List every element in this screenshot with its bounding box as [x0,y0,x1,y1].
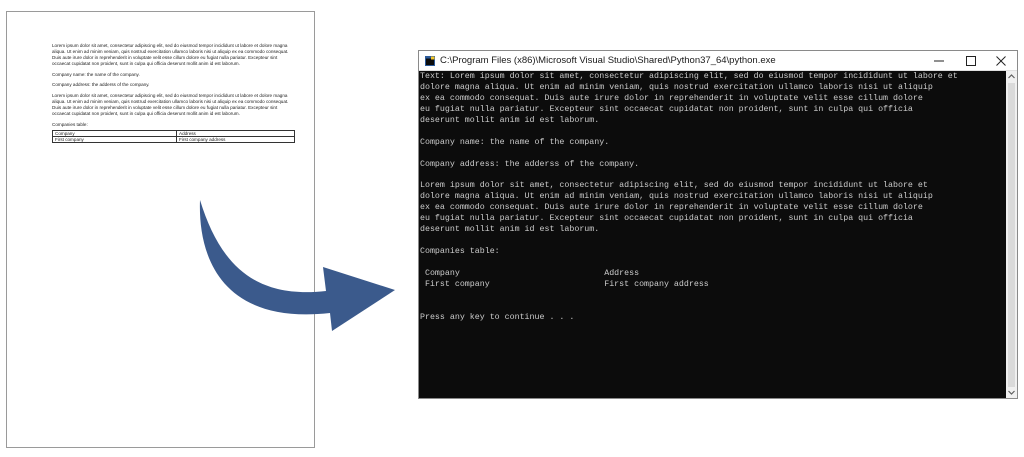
console-line: Lorem ipsum dolor sit amet, consectetur … [420,181,928,191]
console-line: deserunt mollit anim id est laborum. [420,225,600,235]
table-caption: Companies table: [52,121,88,127]
console-line: ex ea commodo consequat. Duis aute irure… [420,93,923,103]
console-line: Company Address [420,268,640,278]
company-address-line: Company address: the adderss of the comp… [52,82,150,88]
console-line: eu fugiat nulla pariatur. Excepteur sint… [420,214,913,224]
table-cell: First company [52,135,177,144]
maximize-button[interactable] [955,51,987,71]
title-bar[interactable]: C:\Program Files (x86)\Microsoft Visual … [419,51,1017,71]
document-paragraph: Lorem ipsum dolor sit amet, consectetur … [52,92,289,117]
document-body: Lorem ipsum dolor sit amet, consectetur … [52,43,295,144]
scroll-up-arrow-icon[interactable] [1006,71,1017,82]
console-line: deserunt mollit anim id est laborum. [420,115,600,125]
companies-table: Company Address First company First comp… [52,129,295,144]
console-line: Companies table: [420,247,500,256]
console-line: dolore magna aliqua. Ut enim ad minim ve… [420,192,933,202]
console-line: Company address: the adderss of the comp… [420,159,640,169]
close-button[interactable] [985,51,1017,71]
console-line: dolore magna aliqua. Ut enim ad minim ve… [420,82,933,92]
python-console-icon [425,56,435,66]
console-window: C:\Program Files (x86)\Microsoft Visual … [418,50,1018,399]
table-row: First company First company address [52,135,295,144]
minimize-icon [934,60,944,62]
table-cell: First company address [176,135,295,144]
company-name-line: Company name: the name of the company. [52,71,140,77]
console-line: Press any key to continue . . . [420,312,575,322]
console-line: ex ea commodo consequat. Duis aute irure… [420,203,923,213]
console-line: Company name: the name of the company. [420,137,610,147]
console-output[interactable]: Text: Lorem ipsum dolor sit amet, consec… [420,71,1006,398]
vertical-scrollbar[interactable] [1006,71,1017,398]
console-line: Text: Lorem ipsum dolor sit amet, consec… [420,72,958,81]
curved-arrow-icon [199,200,395,331]
maximize-icon [966,56,976,66]
console-line: eu fugiat nulla pariatur. Excepteur sint… [420,104,913,114]
document-paragraph: Lorem ipsum dolor sit amet, consectetur … [52,43,289,67]
window-title: C:\Program Files (x86)\Microsoft Visual … [440,55,776,66]
arrow-shape [199,200,395,331]
minimize-button[interactable] [923,51,955,71]
scroll-down-arrow-icon[interactable] [1006,387,1017,398]
scrollbar-thumb[interactable] [1008,83,1015,387]
console-line: First company First company address [420,279,709,289]
close-icon [996,56,1006,66]
